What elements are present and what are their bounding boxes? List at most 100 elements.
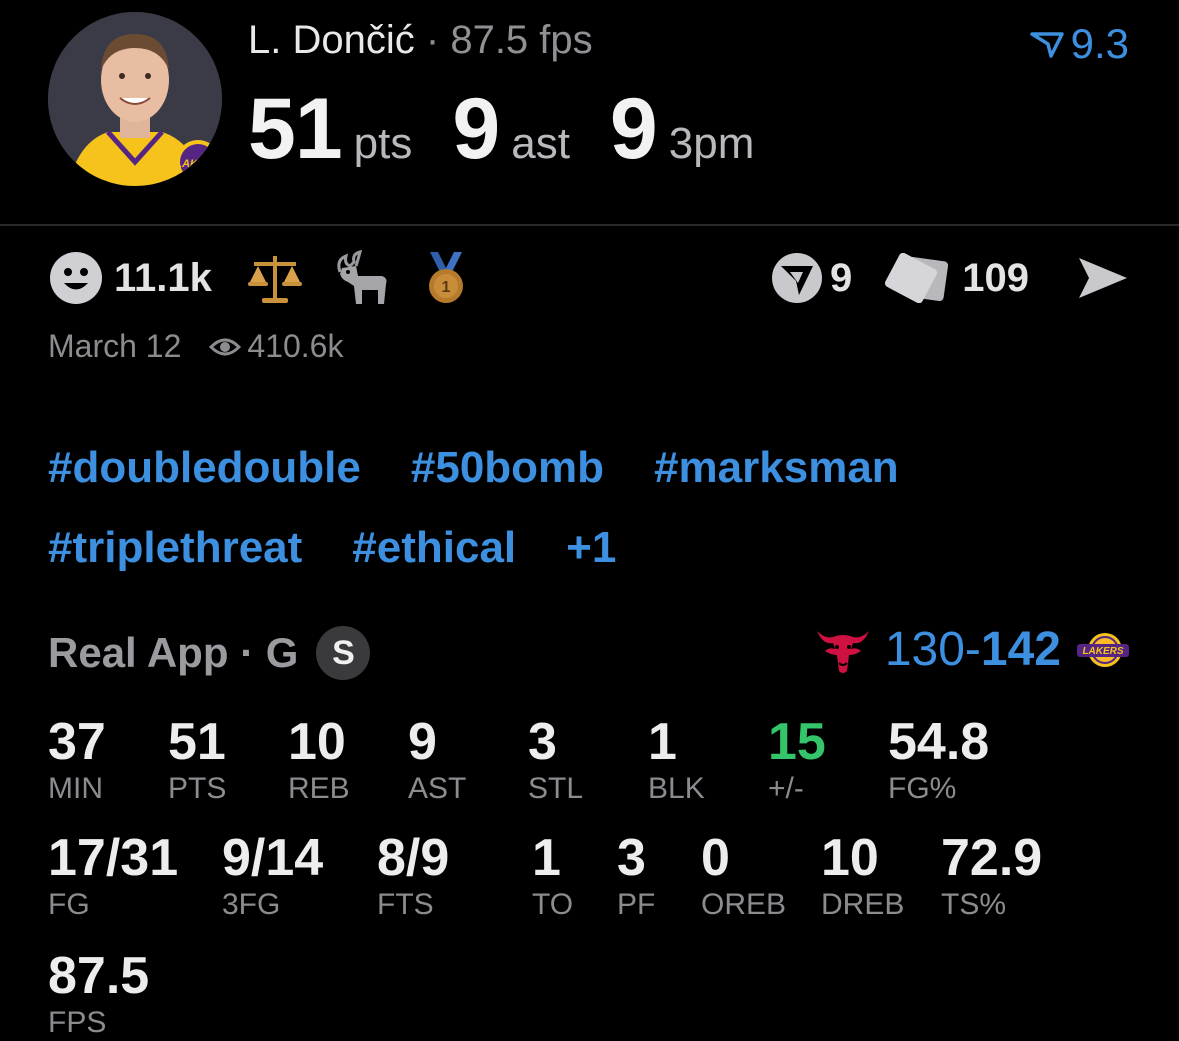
stat-label: +/-	[768, 772, 804, 805]
stat-label: FTS	[377, 888, 434, 921]
stat-label: FG	[48, 888, 90, 921]
svg-text:1: 1	[441, 279, 450, 296]
stat-plus-minus: 15 +/-	[768, 716, 826, 806]
hashtag-link[interactable]: #doubledouble	[48, 443, 361, 493]
views: 410.6k	[209, 328, 343, 365]
game-score[interactable]: 130-142 LAKERS	[815, 622, 1131, 677]
stat-label: STL	[528, 772, 584, 805]
send-icon[interactable]	[1075, 254, 1131, 302]
svg-text:LAKERS: LAKERS	[1082, 646, 1123, 657]
stat-value: 8/9	[377, 829, 450, 887]
player-title-line: L. Dončić · 87.5 fps	[248, 18, 593, 63]
player-photo: LAKERS	[48, 12, 222, 186]
headline-stats: 51 pts 9 ast 9 3pm	[248, 80, 794, 179]
stat-label: TS%	[941, 888, 1007, 921]
medal-icon[interactable]: 1	[420, 250, 472, 306]
stat-value: 15	[768, 713, 826, 771]
bulls-logo-icon	[816, 630, 869, 673]
stat-value: 3	[617, 829, 646, 887]
stat-ts-pct: 72.9 TS%	[941, 832, 1042, 922]
stat-pts: 51 PTS	[168, 716, 226, 806]
stat-fg-pct: 54.8 FG%	[888, 716, 989, 806]
stat-label: TO	[532, 888, 574, 921]
stat-fg: 17/31 FG	[48, 832, 178, 922]
smiley-icon	[50, 252, 102, 304]
stat-3fg: 9/14 3FG	[222, 832, 323, 922]
headline-pts-value: 51	[248, 81, 343, 177]
stat-label: REB	[288, 772, 350, 805]
hashtag-link[interactable]: #50bomb	[411, 443, 604, 493]
stat-label: BLK	[648, 772, 705, 805]
player-avatar[interactable]: LAKERS	[48, 12, 222, 186]
stat-blk: 1 BLK	[648, 716, 705, 806]
stat-value: 10	[821, 829, 879, 887]
stat-label: MIN	[48, 772, 103, 805]
cards-icon	[885, 253, 949, 303]
headline-3pm-unit: 3pm	[668, 119, 755, 168]
stat-value: 9/14	[222, 829, 324, 887]
stat-ast: 9 AST	[408, 716, 466, 806]
stat-value: 54.8	[888, 713, 990, 771]
rating-display[interactable]: 9.3	[1029, 20, 1129, 68]
hashtag-link[interactable]: #triplethreat	[48, 523, 302, 573]
title-separator: ·	[425, 18, 440, 62]
stat-dreb: 10 DREB	[821, 832, 904, 922]
reactions-bar: 11.1k 1 9 109	[48, 248, 1131, 308]
stat-value: 9	[408, 713, 437, 771]
reactions-right: 9 109	[770, 251, 1131, 305]
hashtag-row: #doubledouble #50bomb #marksman	[48, 428, 1048, 508]
stat-oreb: 0 OREB	[701, 832, 786, 922]
stat-label: FPS	[48, 1006, 107, 1039]
stat-value: 1	[532, 829, 561, 887]
game-label: Real App · G	[48, 629, 299, 676]
stat-value: 51	[168, 713, 226, 771]
stat-value: 0	[701, 829, 730, 887]
headline-pts-unit: pts	[353, 119, 413, 168]
header-divider	[0, 224, 1179, 226]
headline-3pm-value: 9	[609, 81, 658, 177]
stat-label: AST	[408, 772, 467, 805]
player-name[interactable]: L. Dončić	[248, 18, 415, 62]
away-score: 130	[884, 623, 965, 676]
stat-to: 1 TO	[532, 832, 573, 922]
hashtag-row: #triplethreat #ethical +1	[48, 508, 1048, 588]
post-meta: March 12 410.6k	[48, 328, 343, 365]
smiley-reaction[interactable]: 11.1k	[48, 250, 212, 306]
hashtag-link[interactable]: #marksman	[654, 443, 899, 493]
stat-label: DREB	[821, 888, 905, 921]
stat-value: 87.5	[48, 947, 150, 1005]
stat-value: 1	[648, 713, 677, 771]
stat-value: 17/31	[48, 829, 179, 887]
svg-text:LAKERS: LAKERS	[175, 158, 221, 170]
smiley-count: 11.1k	[114, 255, 212, 300]
stat-label: FG%	[888, 772, 957, 805]
stat-label: OREB	[701, 888, 787, 921]
stat-value: 72.9	[941, 829, 1043, 887]
vote-icon	[772, 253, 822, 303]
more-tags-link[interactable]: +1	[566, 523, 616, 573]
stat-pf: 3 PF	[617, 832, 655, 922]
votes-button[interactable]: 9	[770, 251, 852, 305]
home-score: 142	[980, 623, 1061, 676]
post-date: March 12	[48, 328, 182, 364]
hashtag-link[interactable]: #ethical	[352, 523, 516, 573]
game-badge[interactable]: S	[316, 626, 371, 680]
player-fps: 87.5 fps	[450, 18, 593, 62]
headline-ast-unit: ast	[511, 119, 570, 168]
stat-label: PTS	[168, 772, 227, 805]
scales-icon[interactable]	[246, 252, 304, 304]
cards-button[interactable]: 109	[884, 253, 1029, 303]
views-count: 410.6k	[247, 328, 344, 364]
game-header: Real App · G S	[48, 626, 371, 680]
stat-reb: 10 REB	[288, 716, 350, 806]
eye-icon	[209, 338, 242, 355]
votes-count: 9	[830, 255, 853, 300]
stat-value: 37	[48, 713, 106, 771]
stat-fts: 8/9 FTS	[377, 832, 449, 922]
lakers-logo-icon: LAKERS	[1077, 632, 1129, 667]
rating-value: 9.3	[1070, 20, 1129, 67]
cards-count: 109	[962, 255, 1029, 300]
score-text: 130-142	[885, 622, 1061, 677]
goat-icon[interactable]	[332, 250, 392, 306]
stat-fps: 87.5 FPS	[48, 950, 149, 1040]
